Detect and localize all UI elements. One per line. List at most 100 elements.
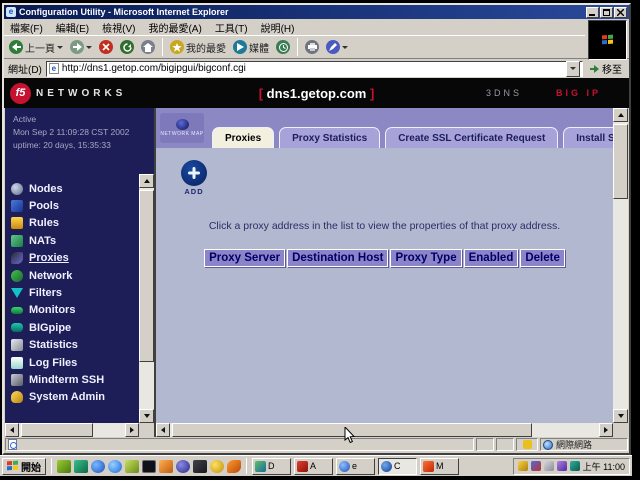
network-map-button[interactable]: NETWORK MAP <box>160 113 204 143</box>
back-button[interactable]: 上一頁 <box>7 39 65 56</box>
scroll-track[interactable] <box>19 423 125 437</box>
stop-button[interactable] <box>97 39 115 55</box>
back-dropdown-icon[interactable] <box>57 46 63 49</box>
sidebar-item-network[interactable]: Network <box>11 267 134 284</box>
sidebar-item-bigpipe[interactable]: BIGpipe <box>11 319 134 336</box>
address-input[interactable] <box>62 63 566 75</box>
quicklaunch-icon-9[interactable] <box>193 460 207 473</box>
media-button[interactable]: 媒體 <box>231 39 271 56</box>
browser-toolbar: 上一頁 <box>4 35 585 58</box>
proxy-table-header-row: Proxy ServerDestination HostProxy TypeEn… <box>156 248 613 267</box>
tab-install-ssl-certificate[interactable]: Install SSL Certif <box>563 127 613 148</box>
sidebar-item-mindterm-ssh[interactable]: Mindterm SSH <box>11 371 134 388</box>
rules-icon <box>11 217 23 229</box>
scroll-thumb[interactable] <box>139 190 154 362</box>
menu-favorites[interactable]: 我的最愛(A) <box>148 20 201 35</box>
refresh-button[interactable] <box>118 39 136 55</box>
quicklaunch-icon-8[interactable] <box>176 460 190 473</box>
edit-button[interactable] <box>324 39 350 55</box>
sidebar-item-statistics[interactable]: Statistics <box>11 337 134 354</box>
menu-tools[interactable]: 工具(T) <box>215 20 248 35</box>
log-files-icon <box>11 357 23 369</box>
scroll-left-button[interactable] <box>156 423 170 437</box>
column-header-delete[interactable]: Delete <box>520 249 565 267</box>
scroll-thumb[interactable] <box>613 124 628 199</box>
quicklaunch-icon-10[interactable] <box>210 460 224 473</box>
sidebar-item-system-admin[interactable]: System Admin <box>11 389 134 406</box>
quicklaunch-icon-11[interactable] <box>227 460 241 473</box>
tray-icon-5[interactable] <box>570 461 580 471</box>
history-button[interactable] <box>274 39 292 55</box>
sidebar-item-proxies[interactable]: Proxies <box>11 250 134 267</box>
menu-view[interactable]: 檢視(V) <box>102 20 135 35</box>
scroll-left-button[interactable] <box>5 423 19 437</box>
home-button[interactable] <box>139 39 157 55</box>
task-button-1[interactable]: D <box>252 458 291 475</box>
show-desktop-icon[interactable] <box>91 460 105 473</box>
menu-help[interactable]: 說明(H) <box>261 20 295 35</box>
column-header-proxy-server[interactable]: Proxy Server <box>204 249 285 267</box>
scroll-track[interactable] <box>139 188 154 409</box>
forward-dropdown-icon[interactable] <box>86 46 92 49</box>
bracket-left: [ <box>259 86 263 101</box>
sidebar-item-pools[interactable]: Pools <box>11 197 134 214</box>
system-tray: 上午 11:00 <box>513 458 630 475</box>
sidebar-item-log-files[interactable]: Log Files <box>11 354 134 371</box>
tray-icon-2[interactable] <box>531 461 541 471</box>
column-header-destination-host[interactable]: Destination Host <box>287 249 388 267</box>
tray-icon-4[interactable] <box>557 461 567 471</box>
ie-quicklaunch-icon[interactable] <box>108 460 122 473</box>
favorites-icon <box>170 40 184 54</box>
task-button-3[interactable]: e <box>336 458 375 475</box>
maximize-button[interactable] <box>600 7 613 18</box>
quicklaunch-icon-1[interactable] <box>57 460 71 473</box>
scroll-right-button[interactable] <box>599 423 613 437</box>
task-button-2[interactable]: A <box>294 458 333 475</box>
tab-proxy-statistics[interactable]: Proxy Statistics <box>279 127 380 148</box>
quicklaunch-icon-7[interactable] <box>159 460 173 473</box>
edit-dropdown-icon[interactable] <box>342 46 348 49</box>
address-dropdown-button[interactable] <box>566 61 580 77</box>
clock[interactable]: 上午 11:00 <box>583 460 625 473</box>
minimize-button[interactable] <box>586 7 599 18</box>
sidebar-item-nats[interactable]: NATs <box>11 232 134 249</box>
quicklaunch-icon-2[interactable] <box>74 460 88 473</box>
add-button[interactable]: ADD <box>176 160 212 196</box>
column-header-enabled[interactable]: Enabled <box>464 249 519 267</box>
terminal-icon[interactable] <box>142 460 156 473</box>
scroll-right-button[interactable] <box>125 423 139 437</box>
status-panel <box>496 438 514 451</box>
tray-icon-1[interactable] <box>518 461 528 471</box>
print-button[interactable] <box>303 39 321 55</box>
menu-file[interactable]: 檔案(F) <box>10 20 43 35</box>
sidebar-vertical-scrollbar[interactable] <box>139 174 154 423</box>
sidebar-item-monitors[interactable]: Monitors <box>11 302 134 319</box>
sidebar-item-nodes[interactable]: Nodes <box>11 180 134 197</box>
main-vertical-scrollbar[interactable] <box>613 108 628 423</box>
tab-create-ssl-certificate-request[interactable]: Create SSL Certificate Request <box>385 127 558 148</box>
column-header-proxy-type[interactable]: Proxy Type <box>390 249 461 267</box>
scroll-up-button[interactable] <box>613 108 628 122</box>
scroll-up-button[interactable] <box>139 174 154 188</box>
tray-icon-3[interactable] <box>544 461 554 471</box>
task-button-5[interactable]: M <box>420 458 459 475</box>
menu-edit[interactable]: 編輯(E) <box>56 20 89 35</box>
task-button-configuration-utility[interactable]: C <box>378 458 417 475</box>
quicklaunch-icon-5[interactable] <box>125 460 139 473</box>
tab-proxies[interactable]: Proxies <box>212 127 274 148</box>
arrow-up-icon <box>618 113 624 117</box>
forward-button[interactable] <box>68 39 94 55</box>
close-button[interactable] <box>614 7 627 18</box>
sidebar-item-rules[interactable]: Rules <box>11 215 134 232</box>
go-button[interactable]: 移至 <box>587 61 625 76</box>
scroll-track[interactable] <box>613 122 628 409</box>
favorites-button[interactable]: 我的最愛 <box>168 39 228 56</box>
main-horizontal-scrollbar[interactable] <box>156 423 613 437</box>
sidebar-item-filters[interactable]: Filters <box>11 284 134 301</box>
scroll-track[interactable] <box>170 423 599 437</box>
scroll-thumb[interactable] <box>21 423 93 437</box>
scroll-down-button[interactable] <box>139 409 154 423</box>
scroll-down-button[interactable] <box>613 409 628 423</box>
sidebar-horizontal-scrollbar[interactable] <box>5 423 139 437</box>
start-button[interactable]: 開始 <box>2 458 46 475</box>
